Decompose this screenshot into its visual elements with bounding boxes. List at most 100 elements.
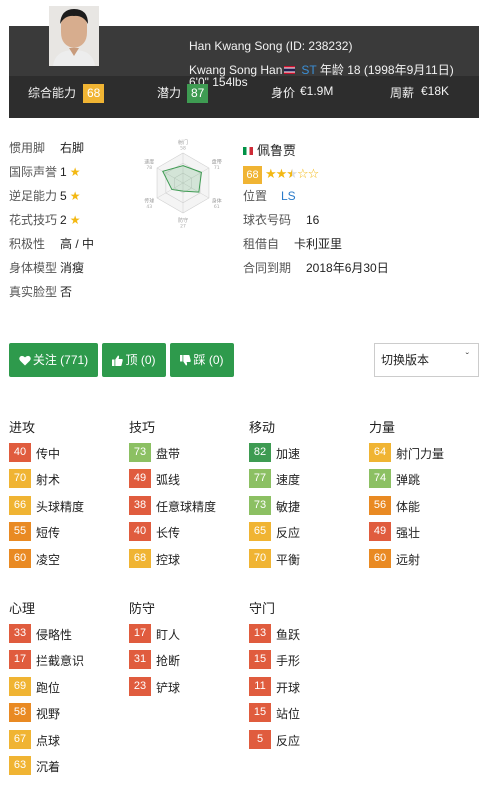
attribute-value-badge: 65: [249, 522, 271, 542]
loan-row: 租借自 卡利亚里: [243, 236, 343, 252]
thailand-flag-icon: [284, 66, 296, 74]
attribute-item: 65 反应: [249, 522, 369, 548]
info-row: 积极性高 / 中: [9, 237, 95, 251]
attribute-name: 头球精度: [36, 499, 85, 514]
info-row: 真实脸型否: [9, 285, 73, 299]
attribute-value-badge: 15: [249, 650, 271, 670]
version-select[interactable]: 切换版本 ˇ: [374, 343, 479, 377]
radar-label: 身体: [212, 198, 222, 205]
attribute-name: 盘带: [156, 447, 181, 461]
attribute-group: 技巧 73 盘带 49 弧线 38 任意球精度 40 长传 68 控球: [129, 420, 249, 575]
loan-club[interactable]: 卡利亚里: [294, 236, 342, 252]
club-info: 佩鲁贾 68 ★★★★☆☆ 位置 LS 球衣号码 16 租借自 卡利亚里 合同到…: [243, 140, 473, 284]
attribute-item: 63 沉着: [9, 755, 129, 782]
attribute-item: 74 弹跳: [369, 469, 485, 495]
attribute-item: 17 盯人: [129, 624, 249, 650]
attribute-item: 49 弧线: [129, 469, 249, 495]
value-amount: €1.9M: [300, 84, 334, 98]
attribute-name: 加速: [276, 447, 301, 461]
attribute-name: 鱼跃: [276, 628, 301, 642]
attribute-item: 15 站位: [249, 703, 369, 729]
potential-label: 潜力: [157, 86, 182, 100]
attribute-value-badge: 66: [9, 495, 31, 515]
attribute-item: 60 远射: [369, 548, 485, 575]
club-position-link[interactable]: LS: [281, 188, 296, 204]
attribute-group: 进攻 40 传中 70 射术 66 头球精度 55 短传 60 凌空: [9, 420, 129, 575]
thumbs-up-icon: [112, 355, 124, 366]
attribute-item: 23 铲球: [129, 676, 249, 703]
attribute-item: 73 盘带: [129, 443, 249, 469]
attribute-value-badge: 23: [129, 676, 151, 696]
group-title: 力量: [369, 420, 396, 435]
thumbs-down-icon: [180, 355, 192, 366]
attribute-name: 远射: [396, 552, 421, 567]
attribute-value-badge: 5: [249, 729, 271, 749]
attribute-name: 射门力量: [396, 447, 445, 461]
radar-value: 61: [214, 204, 220, 210]
attribute-name: 平衡: [276, 552, 301, 567]
attribute-value-badge: 55: [9, 522, 31, 542]
chevron-down-icon: ˇ: [465, 352, 469, 363]
attribute-value-badge: 63: [9, 755, 31, 775]
attribute-radar-chart: 射门58 盘带71 身体61 防守27 传球43 速度78: [144, 139, 222, 228]
follow-button[interactable]: 关注 (771): [9, 343, 98, 377]
attribute-item: 58 视野: [9, 703, 129, 729]
contract-date: 2018年6月30日: [306, 261, 389, 275]
attribute-item: 13 鱼跃: [249, 624, 369, 650]
attribute-name: 短传: [36, 526, 61, 541]
attribute-name: 抢断: [156, 654, 181, 669]
radar-label: 射门: [178, 139, 188, 146]
attribute-name: 站位: [276, 707, 301, 722]
player-header: Han Kwang Song (ID: 238232) Kwang Song H…: [9, 6, 479, 118]
attribute-value-badge: 60: [9, 548, 31, 568]
attribute-value-badge: 49: [369, 522, 391, 542]
attribute-name: 强壮: [396, 526, 421, 541]
attribute-name: 铲球: [156, 680, 181, 695]
attribute-value-badge: 31: [129, 650, 151, 670]
radar-value: 58: [180, 146, 186, 152]
group-title: 守门: [249, 601, 276, 616]
attribute-item: 38 任意球精度: [129, 495, 249, 522]
attribute-item: 67 点球: [9, 729, 129, 756]
attribute-value-badge: 60: [369, 548, 391, 568]
attribute-group: 心理 33 侵略性 17 拦截意识 69 跑位 58 视野 67 点球 63 沉着: [9, 601, 129, 782]
attribute-value-badge: 38: [129, 495, 151, 515]
upvote-button[interactable]: 顶 (0): [102, 343, 166, 377]
club-name[interactable]: 佩鲁贾: [257, 143, 296, 158]
club-rating-badge: 68: [243, 166, 262, 184]
attribute-item: 64 射门力量: [369, 443, 485, 469]
attribute-value-badge: 69: [9, 676, 31, 696]
attribute-value-badge: 70: [9, 469, 31, 489]
attribute-item: 55 短传: [9, 522, 129, 548]
info-row: 身体模型 消瘦: [9, 261, 85, 275]
potential-badge: 87: [187, 84, 209, 103]
attribute-value-badge: 70: [249, 548, 271, 568]
star-icon: ★: [69, 213, 81, 227]
heart-icon: [19, 355, 31, 366]
attribute-value-badge: 17: [129, 624, 151, 643]
player-position-tag[interactable]: ST: [301, 63, 316, 77]
attribute-name: 弧线: [156, 473, 181, 488]
attribute-name: 视野: [36, 707, 61, 722]
attribute-item: 70 平衡: [249, 548, 369, 575]
attribute-name: 侵略性: [36, 628, 73, 642]
attribute-name: 凌空: [36, 552, 61, 567]
club-position-row: 位置 LS: [243, 188, 296, 204]
info-row: 国际声誉 1 ★: [9, 165, 81, 179]
downvote-button[interactable]: 踩 (0): [170, 343, 234, 377]
radar-label: 盘带: [212, 159, 222, 166]
attribute-item: 70 射术: [9, 469, 129, 495]
attribute-value-badge: 68: [129, 548, 151, 568]
attribute-item: 69 跑位: [9, 676, 129, 703]
attribute-value-badge: 17: [9, 650, 31, 670]
attribute-item: 40 传中: [9, 443, 129, 469]
wage-amount: €18K: [421, 84, 450, 98]
radar-label: 传球: [144, 198, 154, 205]
attribute-name: 传中: [36, 447, 61, 461]
attribute-name: 沉着: [36, 759, 61, 774]
group-title: 防守: [129, 601, 156, 616]
attribute-value-badge: 33: [9, 624, 31, 643]
attribute-name: 体能: [396, 499, 421, 514]
radar-label: 防守: [178, 217, 188, 224]
attribute-value-badge: 58: [9, 703, 31, 723]
